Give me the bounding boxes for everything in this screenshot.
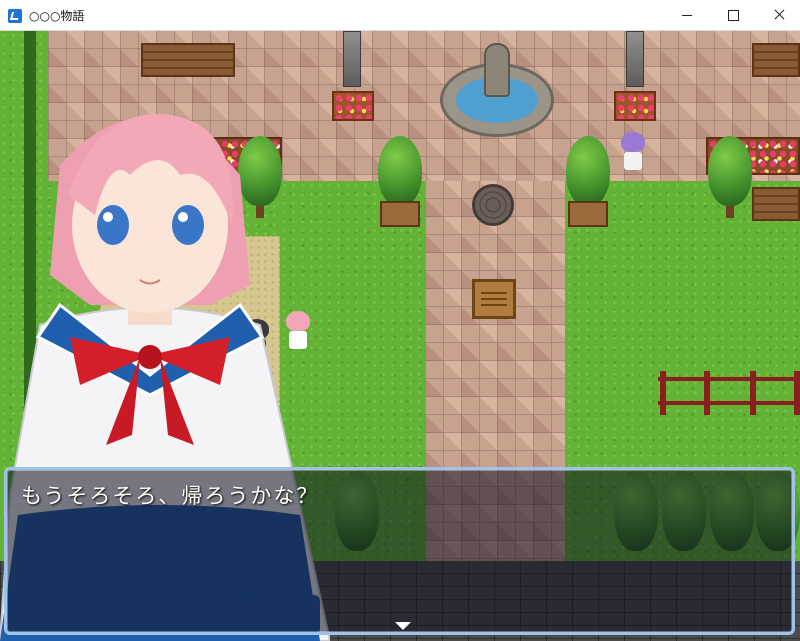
dialogue-text: もうそろそろ、帰ろうかな？	[21, 484, 320, 508]
bench	[141, 43, 235, 77]
bench	[752, 187, 800, 221]
close-button[interactable]	[756, 0, 800, 30]
window-title: ○○○物語	[29, 9, 85, 23]
flower-bed	[332, 91, 374, 121]
app-icon	[8, 9, 22, 23]
tree-planter	[380, 201, 420, 227]
street-lamp	[626, 31, 644, 87]
manhole-cover	[472, 184, 514, 226]
down-triangle-icon[interactable]	[395, 622, 411, 630]
flower-bed	[614, 91, 656, 121]
tree-planter	[568, 201, 608, 227]
red-fence	[658, 371, 800, 415]
minimize-button[interactable]	[664, 0, 710, 30]
message-window[interactable]: もうそろそろ、帰ろうかな？	[4, 467, 795, 635]
tree	[708, 136, 752, 218]
wooden-sign[interactable]	[472, 279, 516, 319]
bench	[752, 43, 800, 77]
fountain	[440, 43, 554, 137]
title-bar: ○○○物語	[0, 0, 800, 31]
right-lawn	[565, 181, 800, 501]
npc-purple-haired-girl[interactable]	[621, 132, 645, 172]
game-viewport[interactable]: もうそろそろ、帰ろうかな？	[0, 31, 800, 641]
street-lamp	[343, 31, 361, 87]
maximize-button[interactable]	[710, 0, 756, 30]
